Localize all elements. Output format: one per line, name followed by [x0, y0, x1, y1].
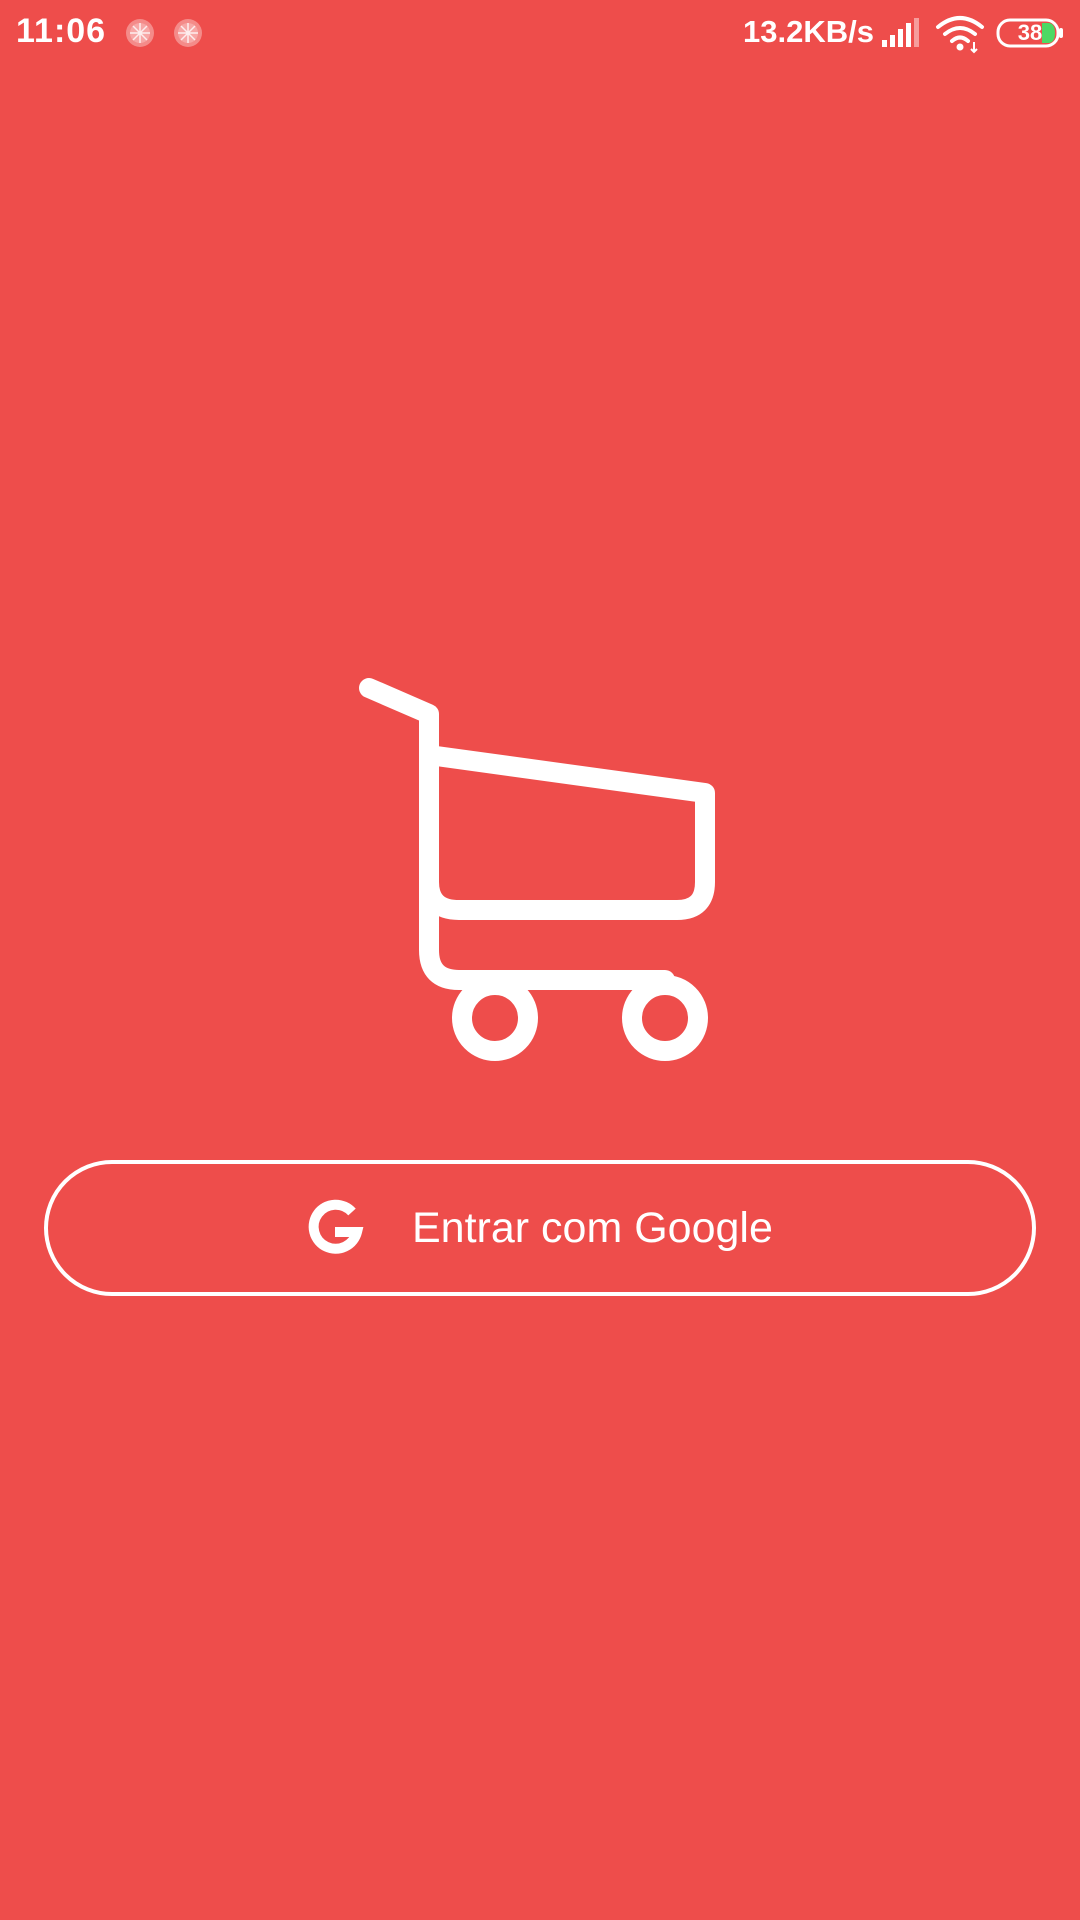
google-g-icon [308, 1199, 364, 1254]
google-sign-in-button[interactable]: Entrar com Google [44, 1160, 1036, 1296]
wifi-icon [936, 16, 984, 54]
network-speed: 13.2KB/s [743, 14, 874, 49]
notification-app-icon [174, 19, 202, 47]
cellular-signal-icon [882, 18, 919, 47]
notification-app-icon [126, 19, 154, 47]
status-bar: 11:06 13.2KB/s 38 [0, 0, 1080, 66]
google-button-label: Entrar com Google [412, 1204, 773, 1252]
battery-level: 38 [1017, 20, 1043, 45]
status-time: 11:06 [16, 12, 107, 50]
battery-indicator: 38 [996, 18, 1064, 48]
shopping-cart-icon [359, 678, 715, 1061]
